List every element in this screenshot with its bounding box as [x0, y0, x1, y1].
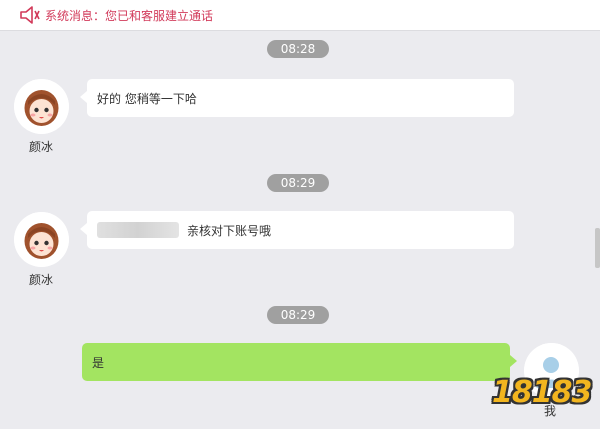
watermark-logo: 18183: [492, 375, 592, 410]
timestamp: 08:29: [267, 174, 329, 192]
sender-name: 颜冰: [28, 140, 53, 154]
message-text: 亲核对下账号哦: [187, 223, 272, 238]
message-bubble: 好的 您稍等一下哈: [80, 79, 514, 117]
system-notice-bar: 系统消息：您已和客服建立通话: [0, 0, 600, 31]
message-bubble: 亲核对下账号哦: [80, 211, 514, 249]
timestamp: 08:29: [267, 306, 329, 324]
message-text: 是: [92, 355, 105, 370]
scrollbar-thumb[interactable]: [595, 228, 600, 268]
agent-avatar[interactable]: [14, 79, 69, 134]
system-notice-text: 系统消息：您已和客服建立通话: [45, 9, 214, 23]
redacted-text: [97, 222, 179, 238]
girl-avatar-icon: [14, 79, 69, 134]
agent-avatar[interactable]: [14, 212, 69, 267]
message-bubble: 是: [82, 343, 517, 381]
sender-name: 颜冰: [28, 273, 53, 287]
timestamp: 08:28: [267, 40, 329, 58]
speaker-icon: [20, 6, 40, 24]
girl-avatar-icon: [14, 212, 69, 267]
message-text: 好的 您稍等一下哈: [97, 91, 197, 106]
